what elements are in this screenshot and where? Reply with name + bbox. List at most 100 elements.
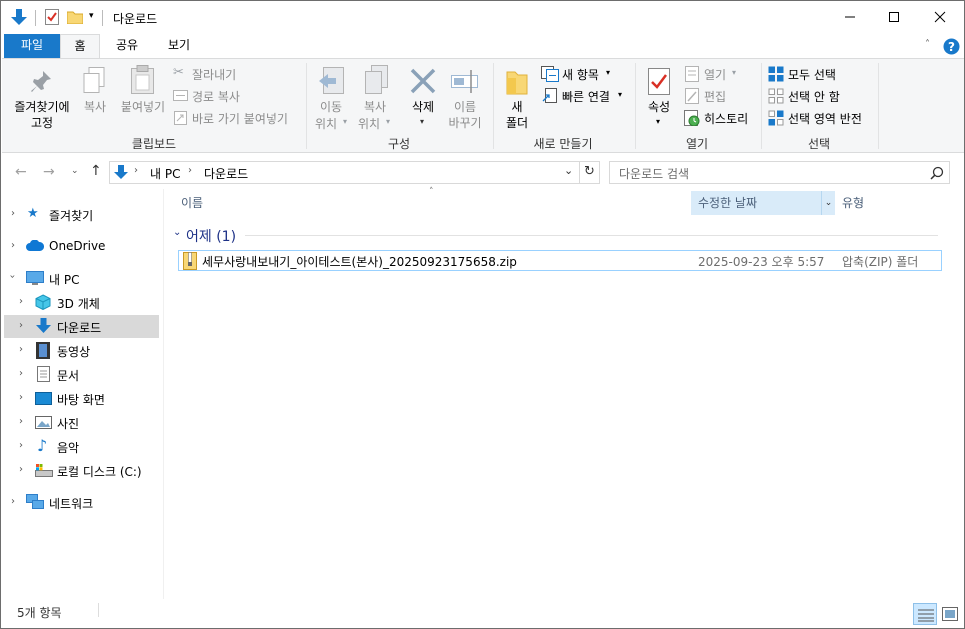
collapse-chevron-icon[interactable]: › [7,275,18,279]
expand-chevron-icon[interactable]: › [19,440,23,451]
move-to-label-line1: 이동 [319,100,343,114]
history-button[interactable]: 히스토리 [683,109,755,127]
nav-item-network[interactable]: › 네트워크 [1,491,159,514]
new-item-button[interactable]: 새 항목 ▾ [541,65,617,83]
invert-selection-icon [768,110,784,126]
search-box[interactable]: 다운로드 검색 [609,161,950,184]
copy-path-label: 경로 복사 [192,90,240,104]
new-folder-icon[interactable] [67,10,83,24]
cut-button[interactable]: ✂ 잘라내기 [173,65,263,83]
help-icon[interactable]: ? [943,38,960,55]
nav-item-3d-objects[interactable]: › 3D 개체 [1,291,159,314]
history-label: 히스토리 [704,112,749,126]
group-collapse-icon[interactable]: ⌄ [173,227,181,238]
customize-dropdown-icon[interactable]: ▾ [89,11,94,21]
group-header[interactable]: 어제 (1) [186,226,236,246]
separator [98,603,99,617]
tab-file[interactable]: 파일 [4,34,60,58]
paste-shortcut-button[interactable]: 바로 가기 붙여넣기 [173,109,301,127]
date-filter-dropdown-icon[interactable]: ⌄ [821,191,835,215]
pin-icon [31,71,51,92]
easy-access-icon [542,88,557,103]
properties-button[interactable]: 속성 ▾ [641,65,677,131]
expand-chevron-icon[interactable]: › [19,464,23,475]
address-dropdown-icon[interactable]: ⌄ [564,164,573,177]
copy-button[interactable]: 복사 [79,65,111,121]
new-folder-button[interactable]: 새 폴더 [499,65,535,131]
move-to-button[interactable]: 이동 위치 ▾ [311,65,351,131]
easy-access-button[interactable]: 빠른 연결 ▾ [541,87,629,105]
nav-item-music[interactable]: › ♪ 음악 [1,435,159,458]
tab-home[interactable]: 홈 [60,34,100,59]
breadcrumb-downloads[interactable]: 다운로드 [204,165,248,182]
open-icon [685,66,699,82]
details-view-button[interactable] [913,603,937,625]
expand-chevron-icon[interactable]: › [11,496,15,507]
nav-item-onedrive[interactable]: › OneDrive [1,235,159,258]
expand-chevron-icon[interactable]: › [19,368,23,379]
file-name: 세무사랑내보내기_아이테스트(본사)_20250923175658.zip [202,255,517,269]
group-separator [761,63,762,149]
rename-label-line1: 이름 [453,100,477,114]
address-bar[interactable]: › 내 PC › 다운로드 ⌄ ↻ [109,161,600,184]
expand-chevron-icon[interactable]: › [19,296,23,307]
expand-chevron-icon[interactable]: › [11,240,15,251]
pin-to-quick-access-button[interactable]: 즐겨찾기에 고정 [7,65,77,133]
expand-chevron-icon[interactable]: › [19,344,23,355]
search-input[interactable]: 다운로드 검색 [619,165,689,182]
breadcrumb-chevron-icon: › [134,165,138,176]
column-header-name[interactable]: 이름 [173,191,373,215]
cut-label: 잘라내기 [192,68,237,82]
column-header-date[interactable]: 수정한 날짜 [691,191,821,215]
expand-chevron-icon[interactable]: › [11,208,15,219]
maximize-button[interactable] [871,1,917,33]
nav-item-local-disk[interactable]: › 로컬 디스크 (C:) [1,459,159,482]
paste-label: 붙여넣기 [120,100,166,114]
close-button[interactable] [917,1,963,33]
nav-item-desktop[interactable]: › 바탕 화면 [1,387,159,410]
refresh-icon[interactable]: ↻ [584,164,595,179]
collapse-ribbon-icon[interactable]: ˄ [925,39,930,50]
up-icon[interactable]: ↑ [90,163,102,179]
open-button[interactable]: 열기 ▾ [683,65,755,83]
search-icon[interactable] [930,166,944,180]
expand-chevron-icon[interactable]: › [19,320,23,331]
nav-item-pictures[interactable]: › 사진 [1,411,159,434]
invert-selection-button[interactable]: 선택 영역 반전 [767,109,875,127]
select-none-button[interactable]: 선택 안 함 [767,87,871,105]
nav-label: 내 PC [49,273,80,287]
expand-chevron-icon[interactable]: › [19,392,23,403]
nav-item-quick-access[interactable]: › ★ 즐겨찾기 [1,203,159,226]
table-row[interactable]: 세무사랑내보내기_아이테스트(본사)_20250923175658.zip 20… [178,250,942,271]
download-arrow-icon [11,9,27,25]
group-separator [635,63,636,149]
select-all-button[interactable]: 모두 선택 [767,65,871,83]
expand-chevron-icon[interactable]: › [19,416,23,427]
properties-check-icon[interactable] [45,9,59,25]
breadcrumb-chevron-icon: › [188,165,192,176]
nav-item-documents[interactable]: › 문서 [1,363,159,386]
minimize-button[interactable] [827,1,873,33]
delete-button[interactable]: 삭제 ▾ [405,65,441,131]
recent-locations-icon[interactable]: ⌄ [71,166,79,176]
copy-to-button[interactable]: 복사 위치 ▾ [355,65,395,131]
large-icons-view-button[interactable] [939,603,961,625]
dropdown-icon: ▾ [606,68,611,77]
tab-share[interactable]: 공유 [105,34,149,58]
tab-view[interactable]: 보기 [157,34,201,58]
nav-item-this-pc[interactable]: › 내 PC [1,267,159,290]
breadcrumb-this-pc[interactable]: 내 PC [150,165,180,182]
edit-label: 편집 [704,90,727,104]
column-header-type[interactable]: 유형 [835,191,935,215]
nav-item-videos[interactable]: › 동영상 [1,339,159,362]
dropdown-icon: ▾ [618,90,623,99]
copy-path-button[interactable]: 경로 복사 [173,87,263,105]
back-icon[interactable]: ← [15,164,27,180]
nav-item-downloads[interactable]: › 다운로드 [4,315,159,338]
forward-icon[interactable]: → [43,164,55,180]
minimize-icon [845,16,855,18]
paste-button[interactable]: 붙여넣기 [117,65,169,121]
rename-button[interactable]: 이름 바꾸기 [445,65,485,131]
edit-button[interactable]: 편집 [683,87,755,105]
dropdown-icon: ▾ [732,68,737,77]
